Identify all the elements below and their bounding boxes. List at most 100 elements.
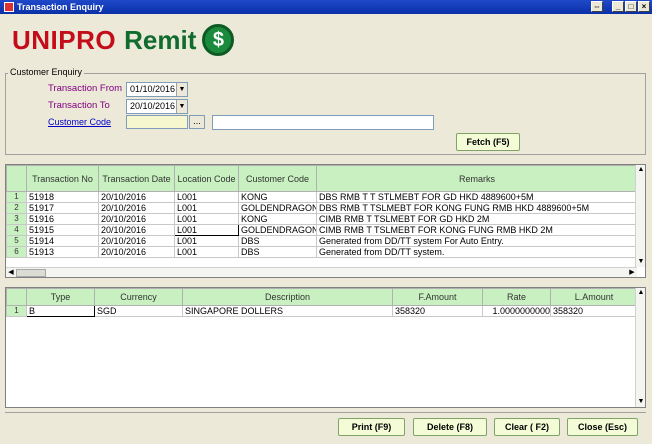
column-header[interactable]: Transaction No: [26, 165, 99, 192]
table-cell[interactable]: 51914: [26, 235, 99, 247]
table-cell[interactable]: SGD: [94, 305, 183, 317]
customer-lookup-button[interactable]: ...: [189, 115, 205, 129]
table-row[interactable]: 1 B SGD SINGAPORE DOLLERS 358320 1.0000000000…: [6, 305, 638, 317]
table-cell[interactable]: 51916: [26, 213, 99, 225]
clear-button[interactable]: Clear ( F2): [494, 418, 560, 436]
title-bar[interactable]: Transaction Enquiry ⇔ _ □ ×: [0, 0, 652, 14]
column-header[interactable]: Customer Code: [238, 165, 317, 192]
table-row[interactable]: 5 51914 20/10/2016 L001 DBS Generated from DD…: [6, 235, 638, 247]
column-header[interactable]: Remarks: [316, 165, 638, 192]
unipro-remit-logo: UNIPRO Remit $: [12, 22, 235, 58]
details-grid[interactable]: Type Currency Description F.Amount Rate …: [5, 287, 646, 408]
row-number: 6: [6, 246, 27, 258]
column-header[interactable]: Currency: [94, 288, 183, 306]
minimize-icon[interactable]: _: [612, 1, 624, 12]
table-cell[interactable]: DBS: [238, 246, 317, 258]
column-header[interactable]: L.Amount: [550, 288, 638, 306]
transaction-from-picker[interactable]: 01/10/2016 ▼: [126, 82, 188, 97]
table-cell[interactable]: 358320: [392, 305, 483, 317]
customer-enquiry-label: Customer Enquiry: [8, 67, 85, 77]
transaction-from-value: 01/10/2016: [130, 84, 176, 94]
transactions-grid[interactable]: Transaction No Transaction Date Location…: [5, 164, 646, 278]
table-cell[interactable]: SINGAPORE DOLLERS: [182, 305, 393, 317]
scroll-down-icon[interactable]: ▼: [636, 397, 645, 407]
table-row[interactable]: 4 51915 20/10/2016 L001 GOLDENDRAGON CIMB RMB…: [6, 224, 638, 236]
column-header[interactable]: F.Amount: [392, 288, 483, 306]
customer-code-link[interactable]: Customer Code: [48, 117, 111, 127]
table-cell[interactable]: DBS RMB T TSLMEBT FOR KONG FUNG RMB HKD …: [316, 202, 638, 214]
logo-brand: UNIPRO: [12, 24, 117, 55]
table-cell[interactable]: Generated from DD/TT system For Auto Ent…: [316, 235, 638, 247]
table-cell[interactable]: 20/10/2016: [98, 191, 175, 203]
table-row[interactable]: 6 51913 20/10/2016 L001 DBS Generated from DD…: [6, 246, 638, 258]
table-cell[interactable]: 20/10/2016: [98, 224, 175, 236]
transaction-to-value: 20/10/2016: [130, 101, 176, 111]
app-icon: [4, 2, 14, 12]
dropdown-arrow-icon[interactable]: ▼: [176, 83, 187, 96]
close-icon[interactable]: ×: [638, 1, 650, 12]
table-cell[interactable]: KONG: [238, 191, 317, 203]
table-cell[interactable]: L001: [174, 224, 239, 236]
table-cell[interactable]: 51915: [26, 224, 99, 236]
table-cell[interactable]: 20/10/2016: [98, 213, 175, 225]
scroll-up-icon[interactable]: ▲: [636, 165, 645, 175]
table-cell[interactable]: L001: [174, 235, 239, 247]
logo-suffix: Remit: [124, 24, 197, 55]
details-vertical-scrollbar[interactable]: ▲ ▼: [635, 288, 645, 407]
row-number: 2: [6, 202, 27, 214]
table-cell[interactable]: 1.0000000000: [482, 305, 551, 317]
customer-code-input[interactable]: [126, 115, 188, 129]
table-cell[interactable]: L001: [174, 191, 239, 203]
column-header[interactable]: Rate: [482, 288, 551, 306]
table-cell[interactable]: 20/10/2016: [98, 246, 175, 258]
column-header[interactable]: Location Code: [174, 165, 239, 192]
table-row[interactable]: 3 51916 20/10/2016 L001 KONG CIMB RMB T TSLME…: [6, 213, 638, 225]
table-row[interactable]: 1 51918 20/10/2016 L001 KONG DBS RMB T T STLM…: [6, 191, 638, 203]
table-cell[interactable]: CIMB RMB T TSLMEBT FOR KONG FUNG RMB HKD…: [316, 224, 638, 236]
table-cell[interactable]: 358320: [550, 305, 638, 317]
scroll-up-icon[interactable]: ▲: [636, 288, 645, 298]
table-cell[interactable]: KONG: [238, 213, 317, 225]
print-button[interactable]: Print (F9): [338, 418, 405, 436]
scroll-left-icon[interactable]: ◀: [6, 268, 16, 277]
transaction-to-picker[interactable]: 20/10/2016 ▼: [126, 99, 188, 114]
row-number: 4: [6, 224, 27, 236]
table-cell[interactable]: 20/10/2016: [98, 202, 175, 214]
table-cell[interactable]: 51917: [26, 202, 99, 214]
transaction-to-label: Transaction To: [48, 100, 110, 111]
table-cell[interactable]: CIMB RMB T TSLMEBT FOR GD HKD 2M: [316, 213, 638, 225]
table-cell[interactable]: DBS: [238, 235, 317, 247]
transactions-horizontal-scrollbar[interactable]: ◀ ▶: [6, 267, 637, 277]
table-cell[interactable]: 20/10/2016: [98, 235, 175, 247]
row-number-header: [6, 165, 27, 192]
table-cell[interactable]: L001: [174, 213, 239, 225]
table-row[interactable]: 2 51917 20/10/2016 L001 GOLDENDRAGON DBS RMB …: [6, 202, 638, 214]
table-cell[interactable]: L001: [174, 246, 239, 258]
row-number: 1: [6, 191, 27, 203]
delete-button[interactable]: Delete (F8): [413, 418, 487, 436]
table-cell[interactable]: DBS RMB T T STLMEBT FOR GD HKD 4889600+5…: [316, 191, 638, 203]
fetch-button[interactable]: Fetch (F5): [456, 133, 520, 151]
dollar-coin-icon: $: [202, 24, 235, 56]
restore-arrows-icon[interactable]: ⇔: [591, 1, 603, 12]
transaction-from-label: Transaction From: [48, 83, 123, 94]
scroll-right-icon[interactable]: ▶: [627, 268, 637, 277]
table-cell[interactable]: B: [26, 305, 95, 317]
scroll-thumb[interactable]: [16, 269, 46, 277]
column-header[interactable]: Transaction Date: [98, 165, 175, 192]
table-cell[interactable]: GOLDENDRAGON: [238, 202, 317, 214]
table-cell[interactable]: 51918: [26, 191, 99, 203]
close-button[interactable]: Close (Esc): [567, 418, 638, 436]
column-header[interactable]: Description: [182, 288, 393, 306]
table-cell[interactable]: Generated from DD/TT system.: [316, 246, 638, 258]
row-number: 1: [6, 305, 27, 317]
customer-name-field[interactable]: [212, 115, 434, 130]
dropdown-arrow-icon[interactable]: ▼: [176, 100, 187, 113]
column-header[interactable]: Type: [26, 288, 95, 306]
maximize-icon[interactable]: □: [625, 1, 637, 12]
table-cell[interactable]: L001: [174, 202, 239, 214]
transactions-vertical-scrollbar[interactable]: ▲ ▼: [635, 165, 645, 267]
table-cell[interactable]: 51913: [26, 246, 99, 258]
scroll-down-icon[interactable]: ▼: [636, 257, 645, 267]
table-cell[interactable]: GOLDENDRAGON: [238, 224, 317, 236]
